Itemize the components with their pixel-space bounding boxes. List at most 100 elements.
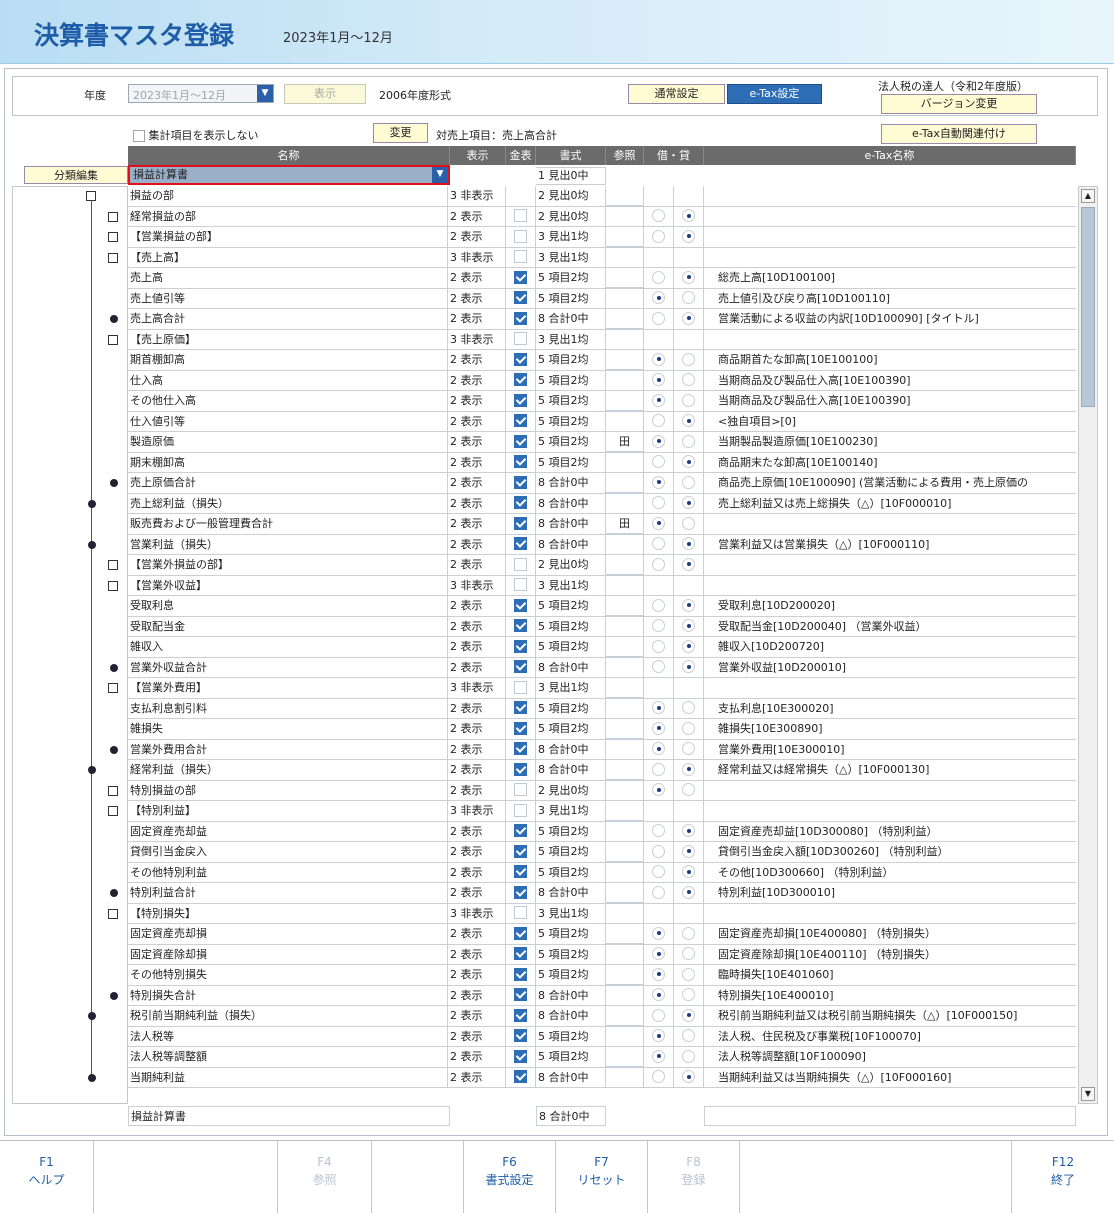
radio-icon[interactable]	[682, 762, 695, 776]
checkbox-icon[interactable]	[514, 619, 527, 632]
row-credit-radio[interactable]	[674, 842, 704, 862]
row-name[interactable]: その他特別損失	[128, 965, 448, 985]
row-name[interactable]: 期末棚卸高	[128, 452, 448, 473]
row-amount-checkbox[interactable]	[506, 534, 536, 555]
row-format[interactable]: 5 項目2均	[536, 452, 606, 473]
radio-icon[interactable]	[652, 270, 665, 284]
row-amount-checkbox[interactable]	[506, 350, 536, 370]
row-ref[interactable]	[606, 780, 644, 801]
row-format[interactable]: 8 合計0中	[536, 985, 606, 1006]
radio-icon[interactable]	[652, 1070, 665, 1083]
row-etax-name[interactable]: 臨時損失[10E401060]	[704, 965, 1076, 985]
row-ref[interactable]: 田	[606, 514, 644, 534]
radio-icon[interactable]	[682, 742, 695, 755]
checkbox-icon[interactable]	[514, 639, 527, 653]
row-debit-radio[interactable]	[644, 411, 674, 432]
radio-icon[interactable]	[652, 516, 665, 530]
radio-icon[interactable]	[682, 414, 695, 427]
fkey-f1[interactable]: F1 ヘルプ	[0, 1141, 94, 1213]
row-format[interactable]: 5 項目2均	[536, 965, 606, 985]
checkbox-icon[interactable]	[514, 578, 527, 591]
row-debit-radio[interactable]	[644, 268, 674, 288]
row-ref[interactable]	[606, 206, 644, 227]
radio-icon[interactable]	[682, 660, 695, 673]
row-format[interactable]: 8 合計0中	[536, 473, 606, 493]
row-format[interactable]: 8 合計0中	[536, 1006, 606, 1026]
row-credit-radio[interactable]	[674, 780, 704, 801]
row-name[interactable]: 【特別損失】	[128, 903, 448, 924]
vertical-scrollbar[interactable]: ▲ ▼	[1078, 186, 1098, 1104]
row-amount-checkbox[interactable]	[506, 206, 536, 227]
row-format[interactable]: 5 項目2均	[536, 719, 606, 739]
row-amount-checkbox[interactable]	[506, 411, 536, 432]
radio-icon[interactable]	[682, 967, 695, 981]
radio-icon[interactable]	[652, 373, 665, 386]
row-amount-checkbox[interactable]	[506, 186, 536, 206]
row-display[interactable]: 2 表示	[448, 1047, 506, 1067]
table-row[interactable]: 法人税等 2 表示 5 項目2均 法人税、住民税及び事業税[10F100070]	[128, 1026, 1076, 1047]
table-row[interactable]: 【営業外収益】 3 非表示 3 見出1均	[128, 575, 1076, 596]
fkey-f7[interactable]: F7 リセット	[556, 1141, 648, 1213]
row-debit-radio[interactable]	[644, 309, 674, 329]
row-amount-checkbox[interactable]	[506, 903, 536, 924]
row-etax-name[interactable]: 法人税等調整額[10F100090]	[704, 1047, 1076, 1067]
row-debit-radio[interactable]	[644, 1006, 674, 1026]
row-format[interactable]: 5 項目2均	[536, 637, 606, 657]
row-ref[interactable]	[606, 186, 644, 206]
table-row[interactable]: 特別損失合計 2 表示 8 合計0中 特別損失[10E400010]	[128, 985, 1076, 1006]
row-format[interactable]: 2 見出0均	[536, 555, 606, 575]
row-credit-radio[interactable]	[674, 862, 704, 883]
row-ref[interactable]	[606, 678, 644, 698]
row-etax-name[interactable]: 営業外費用[10E300010]	[704, 740, 1076, 760]
radio-icon[interactable]	[652, 434, 665, 448]
row-display[interactable]: 2 表示	[448, 1026, 506, 1047]
row-debit-radio[interactable]	[644, 985, 674, 1006]
row-display[interactable]: 2 表示	[448, 862, 506, 883]
checkbox-icon[interactable]	[514, 209, 527, 222]
radio-icon[interactable]	[682, 475, 695, 489]
row-name[interactable]: 特別損益の部	[128, 780, 448, 801]
checkbox-icon[interactable]	[514, 885, 527, 899]
row-ref[interactable]	[606, 391, 644, 411]
row-format[interactable]: 5 項目2均	[536, 862, 606, 883]
row-debit-radio[interactable]	[644, 821, 674, 842]
row-credit-radio[interactable]	[674, 309, 704, 329]
row-display[interactable]: 2 表示	[448, 534, 506, 555]
row-name[interactable]: 期首棚卸高	[128, 350, 448, 370]
row-credit-radio[interactable]	[674, 411, 704, 432]
row-etax-name[interactable]: 支払利息[10E300020]	[704, 699, 1076, 719]
radio-icon[interactable]	[652, 311, 665, 325]
checkbox-icon[interactable]	[514, 988, 527, 1001]
row-display[interactable]: 2 表示	[448, 637, 506, 657]
row-display[interactable]: 2 表示	[448, 924, 506, 944]
row-debit-radio[interactable]	[644, 555, 674, 575]
row-amount-checkbox[interactable]	[506, 309, 536, 329]
row-debit-radio[interactable]	[644, 616, 674, 637]
row-format[interactable]: 5 項目2均	[536, 370, 606, 391]
table-row[interactable]: 【営業外費用】 3 非表示 3 見出1均	[128, 678, 1076, 699]
row-name[interactable]: 雑収入	[128, 637, 448, 657]
row-name[interactable]: 【営業損益の部】	[128, 227, 448, 247]
row-name[interactable]: 経常利益（損失）	[128, 760, 448, 780]
row-display[interactable]: 2 表示	[448, 206, 506, 227]
row-amount-checkbox[interactable]	[506, 719, 536, 739]
row-credit-radio[interactable]	[674, 903, 704, 924]
row-etax-name[interactable]: 固定資産除却損[10E400110] （特別損失）	[704, 945, 1076, 965]
radio-icon[interactable]	[682, 496, 695, 509]
radio-icon[interactable]	[682, 885, 695, 899]
radio-icon[interactable]	[682, 557, 695, 571]
tree-collapse-icon[interactable]	[108, 211, 118, 222]
row-amount-checkbox[interactable]	[506, 575, 536, 596]
row-ref[interactable]	[606, 288, 644, 309]
row-etax-name[interactable]	[704, 555, 1076, 575]
radio-icon[interactable]	[682, 701, 695, 714]
table-row[interactable]: 仕入高 2 表示 5 項目2均 当期商品及び製品仕入高[10E100390]	[128, 370, 1076, 391]
row-format[interactable]: 8 合計0中	[536, 309, 606, 329]
row-debit-radio[interactable]	[644, 903, 674, 924]
table-row[interactable]: 【特別損失】 3 非表示 3 見出1均	[128, 903, 1076, 924]
row-name[interactable]: 営業利益（損失）	[128, 534, 448, 555]
radio-icon[interactable]	[652, 393, 665, 407]
row-etax-name[interactable]: 売上値引及び戻り高[10D100110]	[704, 289, 1076, 309]
table-row[interactable]: 【売上高】 3 非表示 3 見出1均	[128, 247, 1076, 268]
row-amount-checkbox[interactable]	[506, 780, 536, 801]
